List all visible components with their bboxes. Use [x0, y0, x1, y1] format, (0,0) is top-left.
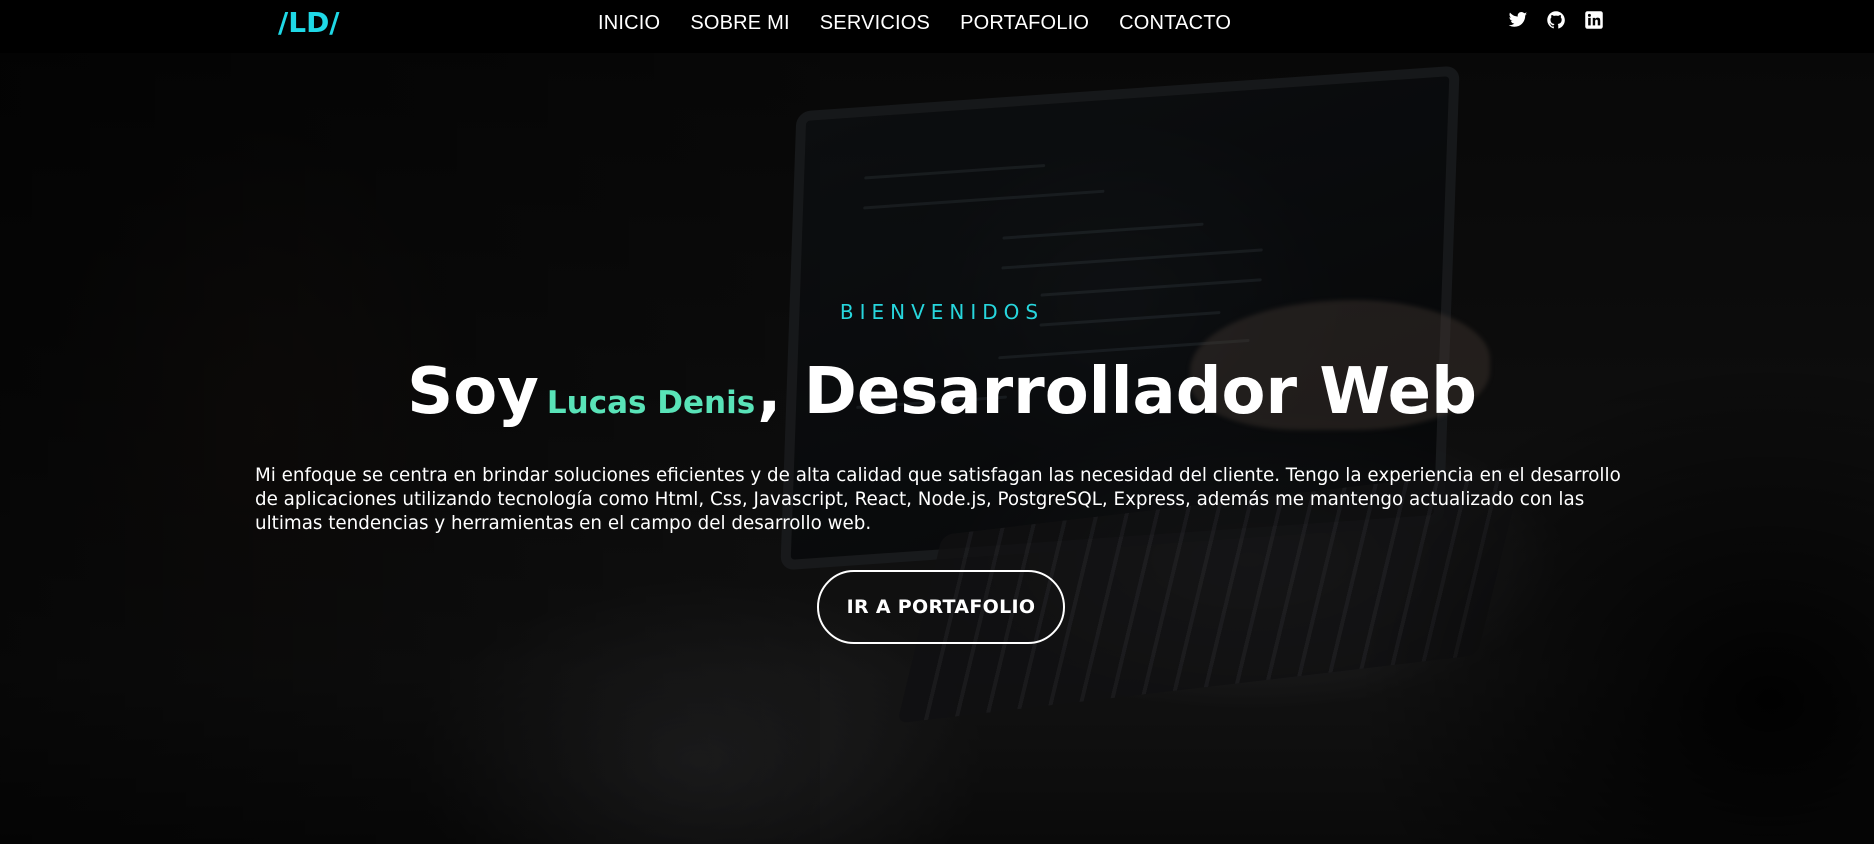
- nav-item-portafolio[interactable]: PORTAFOLIO: [960, 12, 1089, 35]
- hero-eyebrow: BIENVENIDOS: [839, 300, 1045, 324]
- hero-headline: Soy Lucas Denis, Desarrollador Web: [0, 352, 1874, 443]
- page: /LD/ INICIO SOBRE MI SERVICIOS PORTAFOLI…: [0, 0, 1874, 844]
- twitter-icon[interactable]: [1508, 10, 1528, 30]
- nav-item-servicios[interactable]: SERVICIOS: [820, 12, 930, 35]
- nav-links: INICIO SOBRE MI SERVICIOS PORTAFOLIO CON…: [598, 12, 1261, 35]
- headline-name: Lucas Denis: [546, 385, 756, 421]
- hero-description: Mi enfoque se centra en brindar solucion…: [255, 465, 1621, 534]
- github-icon[interactable]: [1546, 10, 1566, 30]
- nav-item-contacto[interactable]: CONTACTO: [1119, 12, 1231, 35]
- headline-suffix: , Desarrollador Web: [757, 355, 1477, 429]
- hero-section: BIENVENIDOS Soy Lucas Denis, Desarrollado…: [0, 0, 1874, 844]
- logo[interactable]: /LD/: [278, 6, 340, 39]
- nav-item-inicio[interactable]: INICIO: [598, 12, 660, 35]
- navbar: /LD/ INICIO SOBRE MI SERVICIOS PORTAFOLI…: [0, 0, 1874, 53]
- social-links: [1508, 10, 1604, 30]
- linkedin-icon[interactable]: [1584, 10, 1604, 30]
- headline-prefix: Soy: [407, 355, 539, 429]
- portfolio-button[interactable]: IR A PORTAFOLIO: [817, 570, 1065, 644]
- nav-item-sobre-mi[interactable]: SOBRE MI: [690, 12, 789, 35]
